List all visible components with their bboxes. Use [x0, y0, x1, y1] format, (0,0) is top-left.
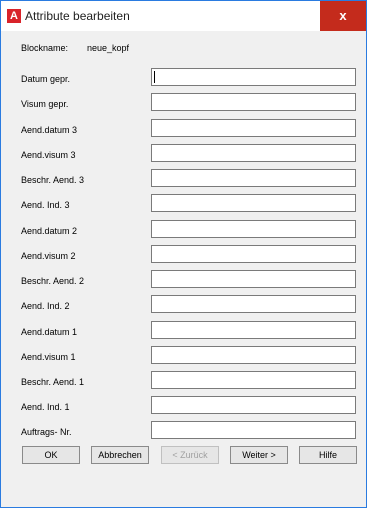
beschr-aend-3-input[interactable]	[151, 169, 356, 187]
aend-visum-2-input[interactable]	[151, 245, 356, 263]
aend-datum-1-input[interactable]	[151, 321, 356, 339]
title-bar[interactable]: A Attribute bearbeiten x	[1, 1, 366, 31]
dialog-window: A Attribute bearbeiten x Blockname: neue…	[0, 0, 367, 508]
field-row: Aend.visum 1	[1, 346, 366, 366]
blockname-label: Blockname:	[21, 43, 69, 53]
field-label: Beschr. Aend. 2	[21, 276, 85, 286]
field-row: Beschr. Aend. 3	[1, 169, 366, 189]
aend-ind-1-input[interactable]	[151, 396, 356, 414]
field-label: Aend. Ind. 1	[21, 402, 70, 412]
dialog-content: Blockname: neue_kopf Datum gepr. Visum g…	[1, 31, 366, 507]
field-label: Visum gepr.	[21, 99, 69, 109]
field-label: Auftrags- Nr.	[21, 427, 72, 437]
autocad-app-icon: A	[7, 9, 21, 23]
field-label: Beschr. Aend. 1	[21, 377, 85, 387]
field-row: Aend. Ind. 1	[1, 396, 366, 416]
aend-ind-2-input[interactable]	[151, 295, 356, 313]
field-label: Aend.visum 2	[21, 251, 76, 261]
field-row: Aend. Ind. 2	[1, 295, 366, 315]
aend-visum-1-input[interactable]	[151, 346, 356, 364]
aend-datum-2-input[interactable]	[151, 220, 356, 238]
field-row: Datum gepr.	[1, 68, 366, 88]
field-label: Aend.visum 3	[21, 150, 76, 160]
field-row: Aend.visum 3	[1, 144, 366, 164]
field-row: Beschr. Aend. 1	[1, 371, 366, 391]
back-button[interactable]: < Zurück	[161, 446, 219, 464]
field-label: Aend.datum 2	[21, 226, 78, 236]
field-label: Aend.datum 1	[21, 327, 78, 337]
cancel-button[interactable]: Abbrechen	[91, 446, 149, 464]
field-label: Beschr. Aend. 3	[21, 175, 85, 185]
field-row: Auftrags- Nr.	[1, 421, 366, 441]
field-label: Aend.visum 1	[21, 352, 76, 362]
field-label: Aend.datum 3	[21, 125, 78, 135]
field-row: Visum gepr.	[1, 93, 366, 113]
aend-datum-3-input[interactable]	[151, 119, 356, 137]
help-button[interactable]: Hilfe	[299, 446, 357, 464]
close-button[interactable]: x	[320, 1, 366, 31]
field-row: Aend.datum 1	[1, 321, 366, 341]
beschr-aend-1-input[interactable]	[151, 371, 356, 389]
field-label: Aend. Ind. 2	[21, 301, 70, 311]
field-row: Aend.datum 3	[1, 119, 366, 139]
field-row: Beschr. Aend. 2	[1, 270, 366, 290]
field-label: Datum gepr.	[21, 74, 71, 84]
visum-gepr-input[interactable]	[151, 93, 356, 111]
field-row: Aend.visum 2	[1, 245, 366, 265]
field-row: Aend.datum 2	[1, 220, 366, 240]
field-label: Aend. Ind. 3	[21, 200, 70, 210]
aend-visum-3-input[interactable]	[151, 144, 356, 162]
ok-button[interactable]: OK	[22, 446, 80, 464]
blockname-value: neue_kopf	[87, 43, 130, 53]
beschr-aend-2-input[interactable]	[151, 270, 356, 288]
datum-gepr-input[interactable]	[151, 68, 356, 86]
text-caret	[154, 71, 155, 83]
next-button[interactable]: Weiter >	[230, 446, 288, 464]
auftrags-nr-input[interactable]	[151, 421, 356, 439]
field-row: Aend. Ind. 3	[1, 194, 366, 214]
aend-ind-3-input[interactable]	[151, 194, 356, 212]
window-title: Attribute bearbeiten	[25, 9, 130, 23]
